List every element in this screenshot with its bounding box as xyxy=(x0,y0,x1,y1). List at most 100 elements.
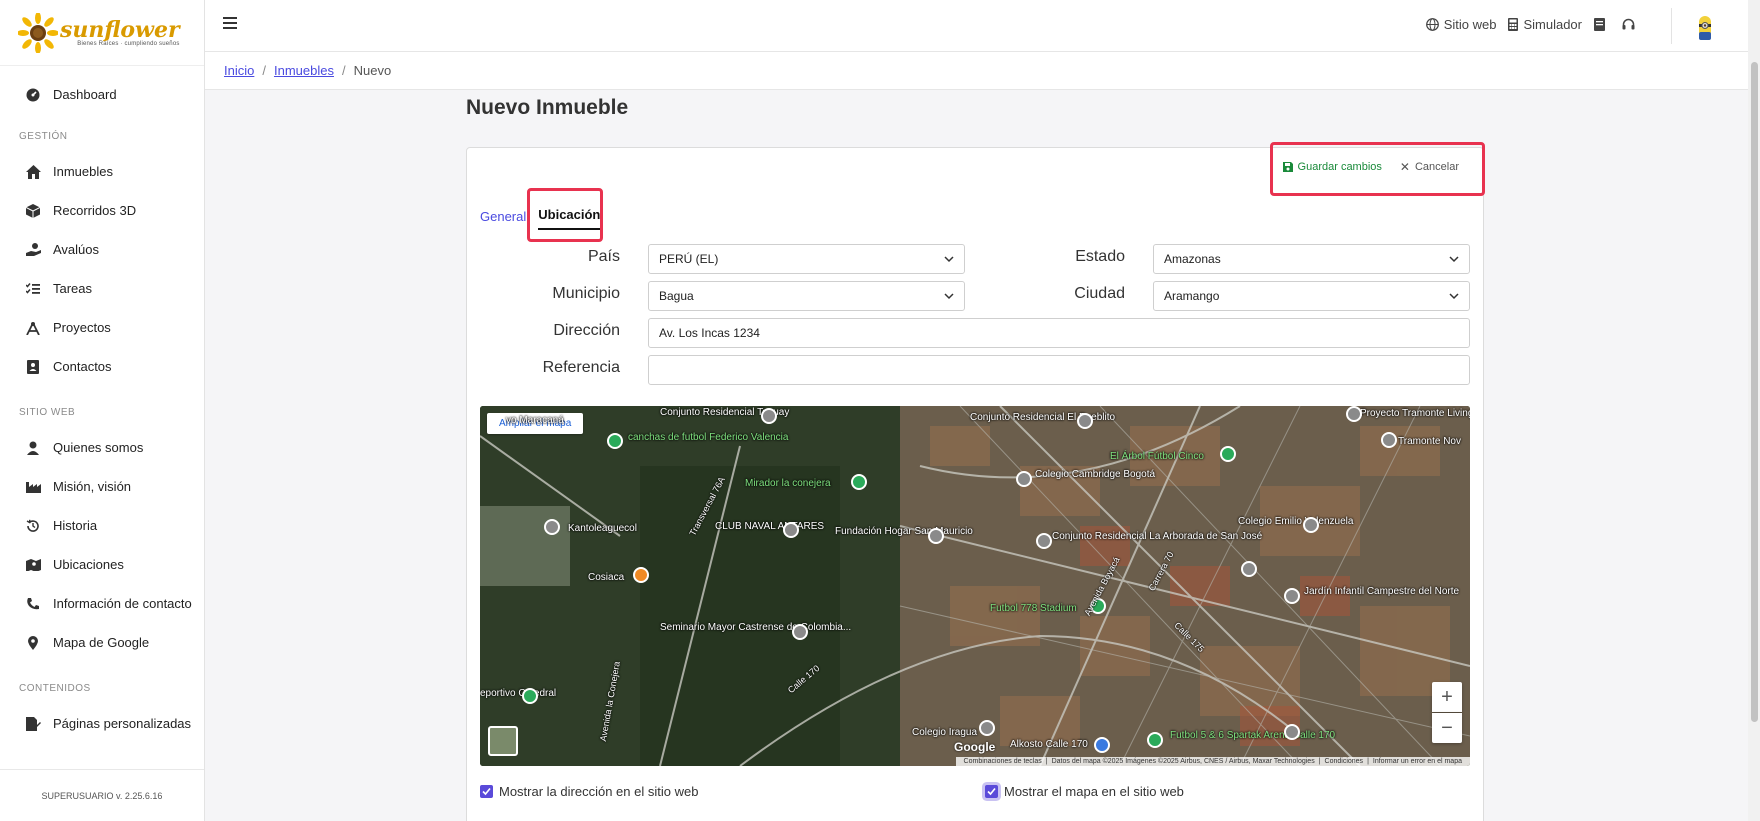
sidebar-section-contenidos: CONTENIDOS xyxy=(19,683,91,694)
sidebar-item-mapa-google[interactable]: Mapa de Google xyxy=(0,623,204,662)
map-pin[interactable] xyxy=(1346,406,1362,422)
sidebar-item-proyectos[interactable]: Proyectos xyxy=(0,308,204,347)
map-layers-button[interactable] xyxy=(488,726,518,756)
avatar[interactable] xyxy=(1696,14,1714,42)
map-pin[interactable] xyxy=(1016,471,1032,487)
map-report-error[interactable]: Informar un error en el mapa xyxy=(1373,758,1462,765)
dashboard-icon xyxy=(25,87,41,103)
menu-toggle-icon[interactable] xyxy=(223,17,237,29)
simulador-label: Simulador xyxy=(1523,17,1582,32)
map-pin[interactable] xyxy=(1241,561,1257,577)
map-pin[interactable] xyxy=(851,474,867,490)
scrollbar-thumb[interactable] xyxy=(1751,62,1758,722)
estado-select[interactable]: Amazonas xyxy=(1153,244,1470,274)
sitio-web-label: Sitio web xyxy=(1443,17,1497,32)
map-data-credit: Datos del mapa ©2025 Imágenes ©2025 Airb… xyxy=(1051,758,1315,765)
sidebar-item-label: Misión, visión xyxy=(53,479,132,494)
cancel-button[interactable]: ✕ Cancelar xyxy=(1400,160,1459,174)
manual-button[interactable] xyxy=(1594,18,1610,31)
map-label: Futbol 778 Stadium xyxy=(990,603,1077,614)
sidebar-item-inmuebles[interactable]: Inmuebles xyxy=(0,152,204,191)
save-button[interactable]: Guardar cambios xyxy=(1282,161,1382,173)
map-label: Mirador la conejera xyxy=(745,478,831,489)
map-label: Conjunto Residencial El Pueblito xyxy=(970,412,1116,423)
map-pin[interactable] xyxy=(544,519,560,535)
municipio-select[interactable]: Bagua xyxy=(648,281,965,311)
map-pin[interactable] xyxy=(1284,588,1300,604)
map-label: Seminario Mayor Castrense de Colombia... xyxy=(660,622,852,633)
zoom-in-button[interactable]: + xyxy=(1432,682,1462,712)
ciudad-select[interactable]: Aramango xyxy=(1153,281,1470,311)
map-pin[interactable] xyxy=(1284,724,1300,740)
zoom-out-button[interactable]: − xyxy=(1432,713,1462,743)
map-terms[interactable]: Condiciones xyxy=(1325,758,1364,765)
simulador-link[interactable]: Simulador xyxy=(1508,17,1582,32)
sidebar-item-informacion-contacto[interactable]: Información de contacto xyxy=(0,584,204,623)
direccion-input[interactable]: Av. Los Incas 1234 xyxy=(648,318,1470,348)
breadcrumb-current: Nuevo xyxy=(353,63,392,78)
map-pin[interactable] xyxy=(522,688,538,704)
direccion-value: Av. Los Incas 1234 xyxy=(659,326,760,340)
sidebar-item-ubicaciones[interactable]: Ubicaciones xyxy=(0,545,204,584)
map-label: Conjunto Residencial La Arborada de San … xyxy=(1052,531,1263,542)
map-label: Alkosto Calle 170 xyxy=(1010,739,1088,750)
close-icon: ✕ xyxy=(1399,160,1410,174)
show-map-option[interactable]: Mostrar el mapa en el sitio web xyxy=(985,784,1184,799)
tab-ubicacion[interactable]: Ubicación xyxy=(538,207,601,230)
map-pin[interactable] xyxy=(1220,446,1236,462)
sidebar-item-label: Dashboard xyxy=(53,87,117,102)
sidebar-item-dashboard[interactable]: Dashboard xyxy=(0,75,204,114)
tab-general[interactable]: General xyxy=(480,209,526,230)
map-pin[interactable] xyxy=(1036,533,1052,549)
top-actions: Sitio web Simulador xyxy=(1414,17,1640,32)
show-address-checkbox[interactable] xyxy=(480,785,493,798)
sidebar-item-contactos[interactable]: Contactos xyxy=(0,347,204,386)
map-label: Proyecto Tramonte Living xyxy=(1360,408,1470,419)
sidebar-item-mision-vision[interactable]: Misión, visión xyxy=(0,467,204,506)
pais-value: PERÚ (EL) xyxy=(659,252,719,266)
sidebar-item-tareas[interactable]: Tareas xyxy=(0,269,204,308)
map-label: Jardín Infantil Campestre del Norte xyxy=(1304,586,1460,597)
map-pin[interactable] xyxy=(633,567,649,583)
map-label: Conjunto Residencial Taguay xyxy=(660,407,790,418)
map-pin[interactable] xyxy=(1381,432,1397,448)
sidebar-item-label: Proyectos xyxy=(53,320,111,335)
breadcrumb-inicio[interactable]: Inicio xyxy=(224,63,254,78)
brand-name: sunflower xyxy=(60,16,180,43)
google-map[interactable]: Ampliar el mapa vo Maracaná Conjunto Res… xyxy=(480,406,1470,766)
map-pin-icon xyxy=(25,635,41,651)
map-label: Kantoleaguecol xyxy=(568,523,637,534)
sidebar-item-avaluos[interactable]: Avalúos xyxy=(0,230,204,269)
referencia-input[interactable] xyxy=(648,355,1470,385)
map-pin[interactable] xyxy=(792,624,808,640)
breadcrumb-separator: / xyxy=(341,63,346,78)
map-pin[interactable] xyxy=(1147,732,1163,748)
page-title: Nuevo Inmueble xyxy=(466,96,629,119)
map-pin[interactable] xyxy=(761,408,777,424)
topbar: Sitio web Simulador xyxy=(205,0,1760,52)
support-button[interactable] xyxy=(1622,18,1640,31)
breadcrumb-inmuebles[interactable]: Inmuebles xyxy=(274,63,334,78)
show-address-option[interactable]: Mostrar la dirección en el sitio web xyxy=(480,784,698,799)
map-pin[interactable] xyxy=(1094,737,1110,753)
chevron-down-icon xyxy=(944,256,954,263)
brand-logo[interactable]: sunflower Bienes Raíces · cumpliendo sue… xyxy=(0,0,204,66)
sidebar-item-paginas-personalizadas[interactable]: Páginas personalizadas xyxy=(0,704,204,743)
sidebar-item-label: Contactos xyxy=(53,359,112,374)
page-scrollbar[interactable] xyxy=(1748,0,1760,821)
show-map-checkbox[interactable] xyxy=(985,785,998,798)
map-pin[interactable] xyxy=(979,720,995,736)
map-pin[interactable] xyxy=(607,433,623,449)
map-pin[interactable] xyxy=(928,528,944,544)
form-actions: Guardar cambios ✕ Cancelar xyxy=(1282,160,1459,174)
map-pin[interactable] xyxy=(1077,413,1093,429)
map-keyboard-shortcuts[interactable]: Combinaciones de teclas xyxy=(964,758,1042,765)
sitio-web-link[interactable]: Sitio web xyxy=(1425,17,1497,32)
sidebar-item-quienes-somos[interactable]: Quienes somos xyxy=(0,428,204,467)
map-pin[interactable] xyxy=(783,522,799,538)
map-pin[interactable] xyxy=(1303,517,1319,533)
sidebar-item-historia[interactable]: Historia xyxy=(0,506,204,545)
sidebar-item-recorridos-3d[interactable]: Recorridos 3D xyxy=(0,191,204,230)
pais-select[interactable]: PERÚ (EL) xyxy=(648,244,965,274)
breadcrumb-separator: / xyxy=(262,63,266,78)
